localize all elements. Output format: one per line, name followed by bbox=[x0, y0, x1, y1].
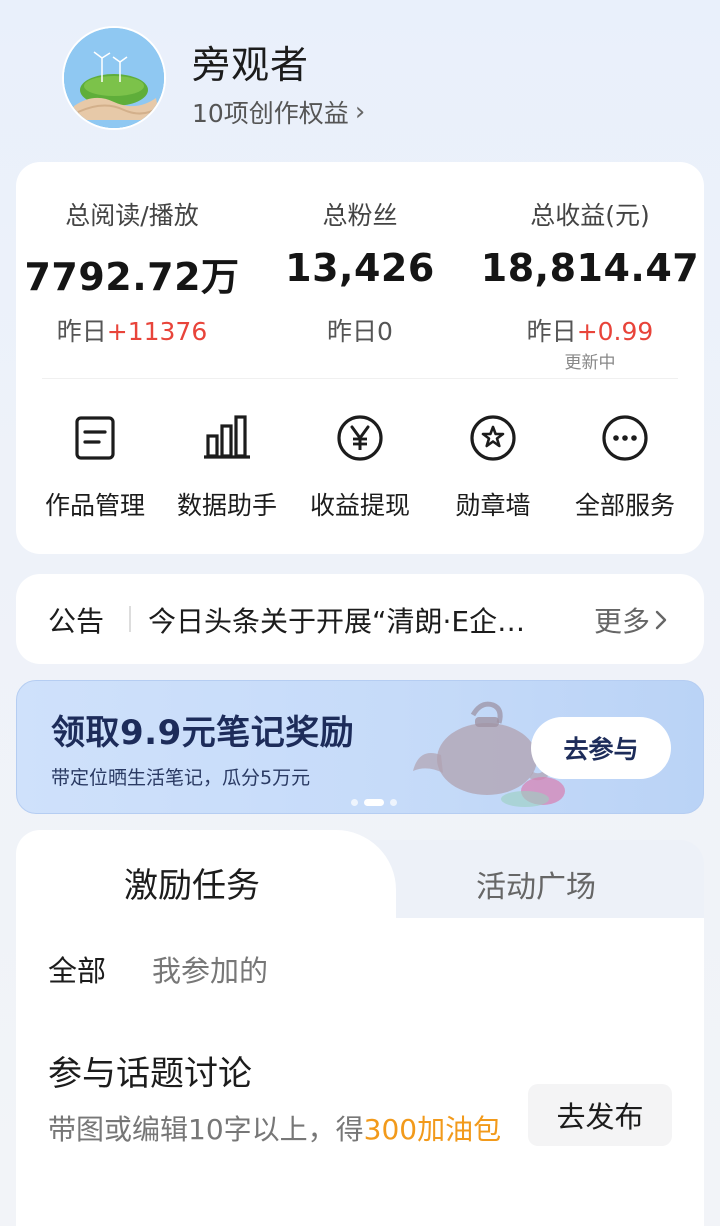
service-all-services[interactable]: 全部服务 bbox=[560, 412, 690, 522]
task-description-text: 带图或编辑10字以上，得 bbox=[48, 1113, 364, 1146]
service-withdraw-earnings[interactable]: 收益提现 bbox=[295, 412, 425, 522]
tasks-body: 全部 我参加的 参与话题讨论 带图或编辑10字以上，得300加油包 去发布 bbox=[16, 918, 704, 1226]
divider bbox=[129, 606, 131, 632]
avatar[interactable] bbox=[62, 26, 166, 130]
task-title: 参与话题讨论 bbox=[48, 1054, 252, 1094]
stat-label: 总粉丝 bbox=[322, 201, 398, 230]
filter-joined[interactable]: 我参加的 bbox=[152, 948, 268, 990]
carousel-dot[interactable] bbox=[390, 799, 397, 806]
yen-circle-icon bbox=[337, 415, 383, 461]
stat-label: 总阅读/播放 bbox=[65, 201, 199, 230]
profile-header: 旁观者 10项创作权益 › bbox=[62, 24, 662, 132]
service-label: 勋章墙 bbox=[455, 491, 531, 520]
document-icon bbox=[75, 416, 115, 460]
star-badge-icon bbox=[470, 415, 516, 461]
banner-subtitle: 带定位晒生活笔记，瓜分5万元 bbox=[51, 767, 311, 789]
service-label: 作品管理 bbox=[44, 491, 145, 520]
stat-value: 7792.72万 bbox=[24, 255, 240, 299]
creator-rights-label: 10项创作权益 bbox=[192, 99, 349, 128]
task-description: 带图或编辑10字以上，得300加油包 bbox=[48, 1104, 508, 1156]
stat-value: 13,426 bbox=[285, 246, 435, 290]
announcement-more-label: 更多 bbox=[593, 605, 650, 638]
stat-delta: 昨日+11376 bbox=[57, 312, 208, 348]
join-button[interactable]: 去参与 bbox=[531, 717, 671, 779]
creator-rights-link[interactable]: 10项创作权益 › bbox=[192, 94, 365, 130]
promo-banner[interactable]: 领取9.9元笔记奖励 带定位晒生活笔记，瓜分5万元 去参与 bbox=[16, 680, 704, 814]
tab-label: 激励任务 bbox=[124, 866, 260, 906]
carousel-indicator bbox=[351, 799, 397, 806]
announcement-bar[interactable]: 公告 今日头条关于开展“清朗·E企… 更多 bbox=[16, 574, 704, 664]
service-data-assistant[interactable]: 数据助手 bbox=[162, 412, 292, 522]
task-reward: 300加油包 bbox=[363, 1113, 502, 1146]
banner-title: 领取9.9元笔记奖励 bbox=[51, 713, 355, 753]
divider bbox=[42, 378, 678, 379]
service-works-management[interactable]: 作品管理 bbox=[30, 412, 160, 522]
stat-delta-prefix: 昨日 bbox=[56, 317, 107, 346]
chevron-right-icon bbox=[655, 610, 667, 630]
service-label: 数据助手 bbox=[176, 491, 277, 520]
stat-delta-value: +0.99 bbox=[576, 317, 654, 346]
username: 旁观者 bbox=[192, 43, 310, 87]
bar-chart-icon bbox=[204, 415, 250, 459]
stat-delta-prefix: 昨日 bbox=[327, 317, 378, 346]
stat-delta: 昨日+0.99 bbox=[527, 312, 654, 348]
announcement-text[interactable]: 今日头条关于开展“清朗·E企… bbox=[148, 600, 568, 640]
stat-label: 总收益(元) bbox=[530, 201, 650, 230]
chevron-right-icon: › bbox=[354, 97, 366, 127]
tab-incentive-tasks[interactable]: 激励任务 bbox=[16, 830, 396, 930]
service-label: 收益提现 bbox=[309, 491, 410, 520]
stat-delta: 昨日0 bbox=[327, 312, 393, 348]
more-circle-icon bbox=[602, 415, 648, 461]
announcement-more-link[interactable]: 更多 bbox=[594, 600, 668, 640]
stat-delta-prefix: 昨日 bbox=[526, 317, 577, 346]
avatar-image bbox=[64, 28, 164, 128]
tasks-section: 激励任务 活动广场 全部 我参加的 参与话题讨论 带图或编辑10字以上，得300… bbox=[16, 830, 704, 1226]
carousel-dot-active[interactable] bbox=[364, 799, 384, 806]
stat-update-status: 更新中 bbox=[564, 353, 616, 373]
filter-all[interactable]: 全部 bbox=[48, 948, 106, 990]
stat-delta-value: 0 bbox=[377, 317, 393, 346]
stats-card: 总阅读/播放 7792.72万 昨日+11376 总粉丝 13,426 昨日0 … bbox=[16, 162, 704, 554]
service-label: 全部服务 bbox=[574, 491, 675, 520]
stat-value: 18,814.47 bbox=[480, 246, 700, 290]
announcement-tag: 公告 bbox=[48, 605, 105, 638]
tab-activity-square[interactable]: 活动广场 bbox=[476, 862, 596, 906]
service-badge-wall[interactable]: 勋章墙 bbox=[428, 412, 558, 522]
publish-button[interactable]: 去发布 bbox=[528, 1084, 672, 1146]
carousel-dot[interactable] bbox=[351, 799, 358, 806]
stat-delta-value: +11376 bbox=[106, 317, 208, 346]
